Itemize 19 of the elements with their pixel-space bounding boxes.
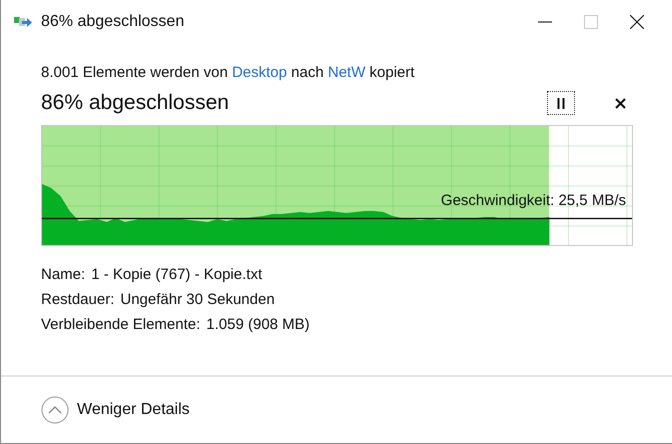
speed-label: Geschwindigkeit: 25,5 MB/s	[440, 192, 626, 209]
folder-link[interactable]: Desktop	[232, 64, 287, 81]
close-icon[interactable]	[630, 15, 644, 29]
progress-heading: 86% abgeschlossen	[41, 91, 230, 115]
pause-icon	[556, 98, 566, 108]
details-toggle-button[interactable]: Weniger Details	[41, 396, 190, 424]
copy-icon	[13, 15, 33, 29]
detail-value: 1.059 (908 MB)	[206, 316, 310, 333]
copy-description: 8.001 Elemente werden von Desktop nach NetW kopiert	[41, 64, 416, 81]
window-title: 86% abgeschlossen	[41, 13, 184, 31]
cancel-icon[interactable]	[615, 98, 626, 108]
detail-value: 1 - Kopie (767) - Kopie.txt	[91, 266, 262, 283]
detail-label: Restdauer:	[41, 291, 114, 308]
pause-button[interactable]	[547, 91, 575, 115]
chevron-circle-icon	[41, 396, 69, 424]
folder-link[interactable]: NetW	[328, 64, 366, 81]
detail-label: Name:	[41, 266, 86, 283]
detail-value: Ungefähr 30 Sekunden	[120, 291, 275, 308]
detail-label: Verbleibende Elemente:	[41, 316, 200, 333]
